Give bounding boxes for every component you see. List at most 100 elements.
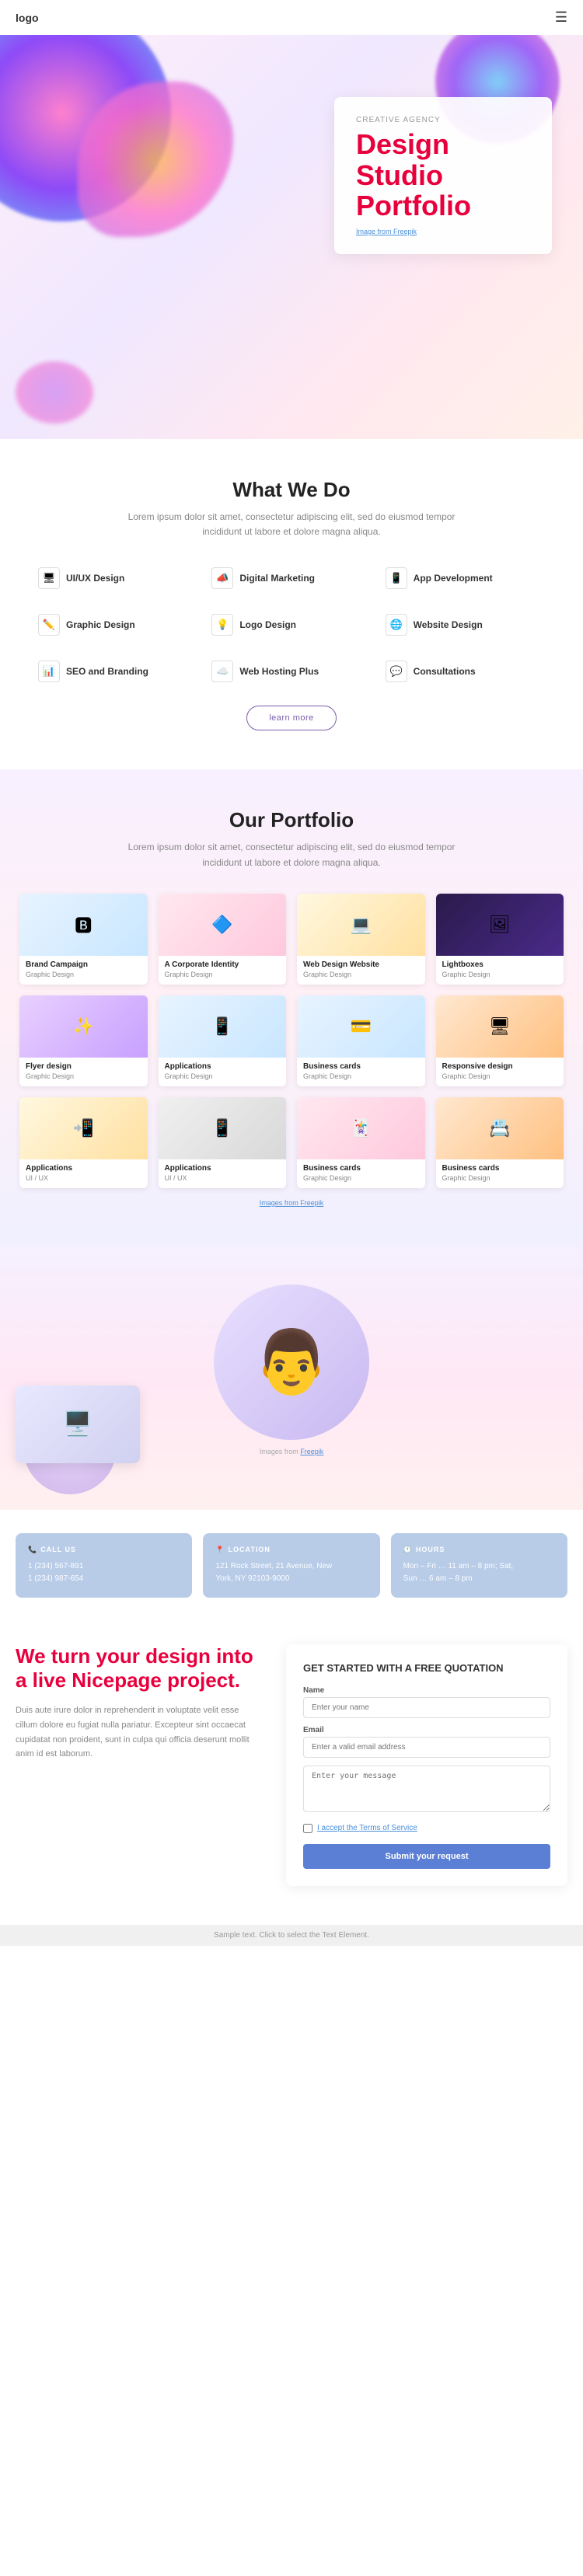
- portfolio-thumbnail: 📇: [436, 1097, 564, 1159]
- freepik-link[interactable]: Freepik: [393, 228, 417, 235]
- person-freepik-link[interactable]: Freepik: [300, 1448, 323, 1455]
- contact-icon: 📞: [28, 1546, 37, 1554]
- portfolio-thumbnail: 🅱: [19, 894, 148, 956]
- service-name: Web Hosting Plus: [239, 666, 319, 677]
- portfolio-info: Business cards Graphic Design: [297, 1159, 425, 1188]
- portfolio-item[interactable]: 📲 Applications UI / UX: [19, 1097, 148, 1188]
- learn-more-button[interactable]: learn more: [246, 706, 337, 730]
- name-label: Name: [303, 1686, 550, 1695]
- portfolio-item-category: Graphic Design: [165, 1072, 281, 1080]
- portfolio-item-title: Business cards: [303, 1164, 419, 1173]
- service-icon: 📣: [211, 567, 233, 589]
- portfolio-item-title: Applications: [165, 1062, 281, 1071]
- portfolio-freepik-link[interactable]: Freepik: [300, 1199, 323, 1207]
- hero-blob-4: [16, 361, 93, 424]
- portfolio-info: Lightboxes Graphic Design: [436, 956, 564, 985]
- portfolio-info: A Corporate Identity Graphic Design: [159, 956, 287, 985]
- service-name: App Development: [414, 573, 493, 584]
- portfolio-thumbnail: 🔷: [159, 894, 287, 956]
- portfolio-section: Our Portfolio Lorem ipsum dolor sit amet…: [0, 769, 583, 1245]
- service-item: 💡 Logo Design: [208, 609, 374, 640]
- terms-link[interactable]: Terms of Service: [359, 1824, 417, 1832]
- submit-button[interactable]: Submit your request: [303, 1844, 550, 1869]
- portfolio-item[interactable]: 📇 Business cards Graphic Design: [436, 1097, 564, 1188]
- portfolio-item[interactable]: ✨ Flyer design Graphic Design: [19, 995, 148, 1086]
- person-avatar: 👨: [214, 1285, 369, 1440]
- portfolio-item[interactable]: 🔷 A Corporate Identity Graphic Design: [159, 894, 287, 985]
- hero-title: Design Studio Portfolio: [356, 129, 530, 221]
- email-input[interactable]: [303, 1737, 550, 1758]
- service-name: UI/UX Design: [66, 573, 124, 584]
- portfolio-thumbnail: 💳: [297, 995, 425, 1058]
- portfolio-item[interactable]: 📱 Applications UI / UX: [159, 1097, 287, 1188]
- hero-card: CREATIVE AGENCY Design Studio Portfolio …: [334, 97, 552, 254]
- person-section: 🖥️ 👨 Images from Freepik: [0, 1246, 583, 1510]
- portfolio-info: Responsive design Graphic Design: [436, 1058, 564, 1086]
- service-icon: ✏️: [38, 614, 60, 636]
- services-grid: 🖥 UI/UX Design 📣 Digital Marketing 📱 App…: [35, 563, 548, 687]
- portfolio-item[interactable]: 🅱 Brand Campaign Graphic Design: [19, 894, 148, 985]
- service-icon: 📊: [38, 661, 60, 682]
- service-name: SEO and Branding: [66, 666, 148, 677]
- portfolio-item-category: UI / UX: [26, 1174, 141, 1182]
- portfolio-item[interactable]: 💳 Business cards Graphic Design: [297, 995, 425, 1086]
- portfolio-item-title: Lightboxes: [442, 960, 558, 969]
- sample-bar: Sample text. Click to select the Text El…: [0, 1925, 583, 1946]
- name-form-group: Name: [303, 1686, 550, 1718]
- contact-title-text: CALL US: [40, 1546, 76, 1553]
- message-form-group: [303, 1766, 550, 1816]
- hero-image-credit: Image from Freepik: [356, 228, 530, 235]
- service-item: 📣 Digital Marketing: [208, 563, 374, 594]
- name-input[interactable]: [303, 1697, 550, 1718]
- portfolio-info: Business cards Graphic Design: [436, 1159, 564, 1188]
- form-title: GET STARTED WITH A FREE QUOTATION: [303, 1661, 550, 1675]
- contact-card-title: 📍 LOCATION: [215, 1546, 367, 1554]
- service-item: 🌐 Website Design: [382, 609, 548, 640]
- contact-card-title: 🕐 HOURS: [403, 1546, 555, 1554]
- menu-icon[interactable]: ☰: [555, 9, 567, 26]
- portfolio-item-title: Responsive design: [442, 1062, 558, 1071]
- portfolio-item-category: UI / UX: [165, 1174, 281, 1182]
- portfolio-info: Applications UI / UX: [19, 1159, 148, 1188]
- service-icon: ☁️: [211, 661, 233, 682]
- service-item: 💬 Consultations: [382, 656, 548, 687]
- portfolio-item-category: Graphic Design: [442, 1174, 558, 1182]
- portfolio-grid: 🅱 Brand Campaign Graphic Design 🔷 A Corp…: [19, 894, 564, 1188]
- header: logo ☰: [0, 0, 583, 35]
- portfolio-item[interactable]: 🃏 Business cards Graphic Design: [297, 1097, 425, 1188]
- form-section: We turn your design into a live Nicepage…: [0, 1621, 583, 1925]
- portfolio-item-category: Graphic Design: [303, 1174, 419, 1182]
- portfolio-item[interactable]: 📱 Applications Graphic Design: [159, 995, 287, 1086]
- portfolio-item-category: Graphic Design: [26, 1072, 141, 1080]
- portfolio-item[interactable]: 💻 Web Design Website Graphic Design: [297, 894, 425, 985]
- portfolio-item-category: Graphic Design: [442, 1072, 558, 1080]
- contact-title-text: LOCATION: [229, 1546, 271, 1553]
- portfolio-item[interactable]: 🖼 Lightboxes Graphic Design: [436, 894, 564, 985]
- service-item: ✏️ Graphic Design: [35, 609, 201, 640]
- message-textarea[interactable]: [303, 1766, 550, 1812]
- contact-section: 📞 CALL US 1 (234) 567-8911 (234) 987-654…: [0, 1510, 583, 1621]
- service-icon: 💡: [211, 614, 233, 636]
- service-icon: 💬: [386, 661, 407, 682]
- portfolio-item-title: Applications: [165, 1164, 281, 1173]
- portfolio-thumbnail: 📲: [19, 1097, 148, 1159]
- quotation-form-box: GET STARTED WITH A FREE QUOTATION Name E…: [286, 1644, 567, 1886]
- contact-card-text: 1 (234) 567-8911 (234) 987-654: [28, 1560, 180, 1585]
- terms-checkbox-group: I accept the Terms of Service: [303, 1824, 550, 1833]
- portfolio-info: Brand Campaign Graphic Design: [19, 956, 148, 985]
- email-form-group: Email: [303, 1726, 550, 1758]
- portfolio-thumbnail: 🃏: [297, 1097, 425, 1159]
- portfolio-item-category: Graphic Design: [26, 971, 141, 978]
- portfolio-info: Business cards Graphic Design: [297, 1058, 425, 1086]
- service-icon: 🌐: [386, 614, 407, 636]
- portfolio-item-category: Graphic Design: [442, 971, 558, 978]
- service-icon: 📱: [386, 567, 407, 589]
- terms-checkbox[interactable]: [303, 1824, 312, 1833]
- service-name: Consultations: [414, 666, 476, 677]
- terms-label: I accept the Terms of Service: [317, 1824, 417, 1832]
- portfolio-item[interactable]: 🖥 Responsive design Graphic Design: [436, 995, 564, 1086]
- logo: logo: [16, 12, 39, 24]
- service-item: 📱 App Development: [382, 563, 548, 594]
- service-item: 🖥 UI/UX Design: [35, 563, 201, 594]
- portfolio-info: Web Design Website Graphic Design: [297, 956, 425, 985]
